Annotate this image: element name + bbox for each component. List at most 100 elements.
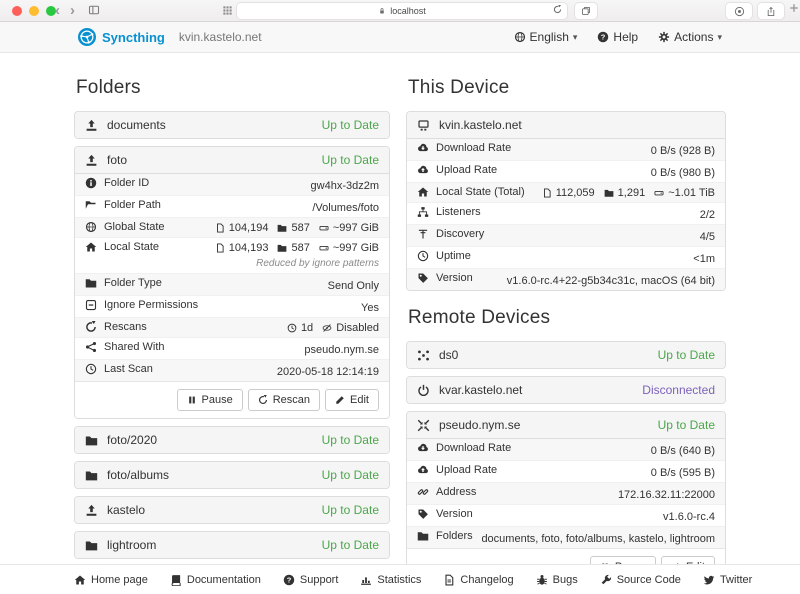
detail-row-folders: Folders documents, foto, foto/albums, ka…: [407, 526, 725, 548]
device-host-label: kvin.kastelo.net: [179, 30, 262, 44]
extension-button[interactable]: [726, 3, 752, 19]
remote-devices-title: Remote Devices: [408, 307, 726, 329]
upload-icon: [85, 119, 98, 132]
broadcast-icon: [417, 228, 429, 240]
folder-panel-documents: documents Up to Date: [74, 111, 390, 139]
detail-row-folder-type: Folder Type Send Only: [75, 273, 389, 295]
detail-row-version: Version v1.6.0-rc.4: [407, 504, 725, 526]
detail-row-rescans: Rescans 1d Disabled: [75, 317, 389, 337]
forward-icon[interactable]: ›: [70, 2, 75, 19]
window-controls[interactable]: [12, 6, 56, 16]
status-badge: Up to Date: [322, 503, 379, 517]
folder-row-foto-albums[interactable]: foto/albums Up to Date: [75, 462, 389, 488]
detail-row-local-state: Local State 104,193 587 ~997 GiB: [75, 237, 389, 257]
share-button[interactable]: [758, 3, 784, 19]
footer-link-source-code[interactable]: Source Code: [600, 574, 681, 586]
folder-row-kastelo[interactable]: kastelo Up to Date: [75, 497, 389, 523]
footer-link-twitter[interactable]: Twitter: [703, 574, 752, 586]
question-icon: [597, 31, 609, 43]
device-panel-pseudo: pseudo.nym.se Up to Date Download Rate 0…: [406, 411, 726, 586]
footer-link-support[interactable]: Support: [283, 574, 339, 586]
network-icon: [417, 349, 430, 362]
tab-groups-icon[interactable]: [222, 5, 233, 16]
folder-icon: [604, 188, 614, 198]
logo-icon: [78, 28, 96, 46]
detail-row-download-rate: Download Rate 0 B/s (928 B): [407, 139, 725, 160]
device-panel-ds0: ds0 Up to Date: [406, 341, 726, 369]
globe-icon: [514, 31, 526, 43]
compress-arrows-icon: [417, 419, 430, 432]
folder-row-lightroom[interactable]: lightroom Up to Date: [75, 532, 389, 558]
folder-row-documents[interactable]: documents Up to Date: [75, 112, 389, 138]
device-row-ds0[interactable]: ds0 Up to Date: [407, 342, 725, 368]
this-device-panel: kvin.kastelo.net Download Rate 0 B/s (92…: [406, 111, 726, 291]
rescan-button[interactable]: Rescan: [248, 389, 320, 411]
cloud-download-icon: [417, 442, 429, 454]
detail-row-upload-rate: Upload Rate 0 B/s (980 B): [407, 160, 725, 182]
brand-name: Syncthing: [102, 30, 165, 45]
footer-link-bugs[interactable]: Bugs: [536, 574, 578, 586]
home-icon: [417, 186, 429, 198]
pause-button[interactable]: Pause: [177, 389, 243, 411]
folder-panel-foto-2020: foto/2020 Up to Date: [74, 426, 390, 454]
twitter-icon: [703, 574, 715, 586]
syncthing-logo[interactable]: Syncthing: [78, 28, 165, 46]
cloud-upload-icon: [417, 164, 429, 176]
question-icon: [283, 574, 295, 586]
folder-panel-foto: foto Up to Date Folder ID gw4hx-3dz2m Fo…: [74, 146, 390, 419]
pencil-icon: [335, 395, 345, 405]
detail-row-shared-with: Shared With pseudo.nym.se: [75, 337, 389, 359]
clock-icon: [417, 250, 429, 262]
footer-link-documentation[interactable]: Documentation: [170, 574, 261, 586]
reload-icon[interactable]: [553, 5, 562, 14]
folder-open-icon: [85, 199, 97, 211]
file-icon: [215, 223, 225, 233]
ignore-patterns-note: Reduced by ignore patterns: [75, 257, 389, 273]
globe-icon: [85, 221, 97, 233]
book-icon: [170, 574, 182, 586]
folder-icon: [277, 243, 287, 253]
clock-icon: [287, 323, 297, 333]
clock-icon: [85, 363, 97, 375]
folder-row-foto-2020[interactable]: foto/2020 Up to Date: [75, 427, 389, 453]
detail-row-uptime: Uptime <1m: [407, 246, 725, 268]
detail-row-download-rate: Download Rate 0 B/s (640 B): [407, 439, 725, 460]
back-icon[interactable]: ‹: [55, 2, 60, 19]
detail-row-listeners: Listeners 2/2: [407, 202, 725, 224]
language-dropdown[interactable]: English ▾: [514, 30, 578, 44]
footer-link-statistics[interactable]: Statistics: [360, 574, 421, 586]
status-badge: Up to Date: [322, 468, 379, 482]
storage-icon: [654, 188, 664, 198]
folder-row-foto[interactable]: foto Up to Date: [75, 147, 389, 173]
tab-overview-button[interactable]: [575, 3, 597, 19]
actions-dropdown[interactable]: Actions ▾: [658, 30, 722, 44]
detail-row-local-state-total: Local State (Total) 112,059 1,291 ~1.01 …: [407, 182, 725, 202]
detail-row-discovery: Discovery 4/5: [407, 224, 725, 246]
this-device-row[interactable]: kvin.kastelo.net: [407, 112, 725, 138]
new-tab-icon[interactable]: [789, 3, 799, 13]
detail-row-version: Version v1.6.0-rc.4+22-g5b34c31c, macOS …: [407, 268, 725, 290]
folder-panel-lightroom: lightroom Up to Date: [74, 531, 390, 559]
sidebar-icon[interactable]: [88, 4, 100, 16]
document-icon: [443, 574, 455, 586]
footer-link-home[interactable]: Home page: [74, 574, 148, 586]
close-window-button[interactable]: [12, 6, 22, 16]
edit-button[interactable]: Edit: [325, 389, 379, 411]
folder-icon: [277, 223, 287, 233]
help-link[interactable]: Help: [597, 30, 638, 44]
device-row-kvar[interactable]: kvar.kastelo.net Disconnected: [407, 377, 725, 403]
address-bar[interactable]: localhost: [237, 3, 567, 19]
device-row-pseudo[interactable]: pseudo.nym.se Up to Date: [407, 412, 725, 438]
power-off-icon: [417, 384, 430, 397]
share-icon: [85, 341, 97, 353]
upload-icon: [85, 154, 98, 167]
minimize-window-button[interactable]: [29, 6, 39, 16]
footer-link-changelog[interactable]: Changelog: [443, 574, 513, 586]
lock-icon: [378, 7, 386, 15]
status-badge: Up to Date: [322, 118, 379, 132]
storage-icon: [319, 243, 329, 253]
sitemap-icon: [417, 206, 429, 218]
status-badge: Up to Date: [658, 348, 715, 362]
tag-icon: [417, 508, 429, 520]
detail-row-folder-id: Folder ID gw4hx-3dz2m: [75, 174, 389, 195]
